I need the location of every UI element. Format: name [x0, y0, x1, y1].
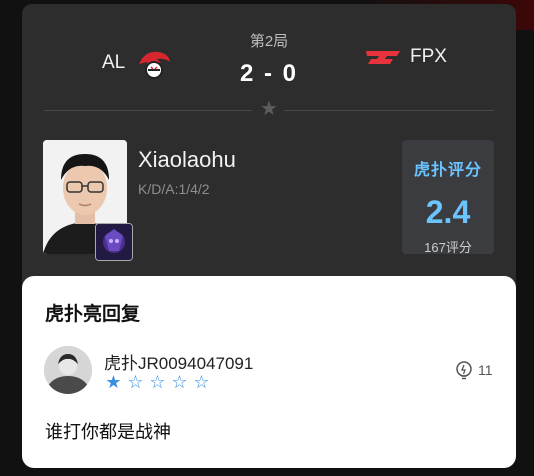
- player-kda: K/D/A:1/4/2: [138, 181, 210, 197]
- rating-value: 2.4: [425, 194, 471, 230]
- rating-title: 虎扑评分: [413, 162, 482, 179]
- lightbulb-icon: [456, 361, 472, 380]
- star-icon: ★: [260, 98, 278, 120]
- fpx-logo-icon: [366, 51, 400, 64]
- team-right[interactable]: FPX: [364, 46, 447, 68]
- reply-sheet: 虎扑亮回复 虎扑JR0094047091 ★ ☆ ☆ ☆ ☆ 11 谁打你都是战…: [22, 276, 516, 468]
- sheet-title: 虎扑亮回复: [45, 304, 141, 325]
- like-button[interactable]: 11: [454, 360, 493, 380]
- star-empty-icon: ☆: [171, 372, 188, 392]
- star-empty-icon: ☆: [193, 372, 210, 392]
- team-right-name: FPX: [410, 46, 447, 67]
- rating-count: 167评分: [424, 240, 472, 255]
- star-rating: ★ ☆ ☆ ☆ ☆: [104, 373, 211, 391]
- player-name: Xiaolaohu: [138, 147, 236, 172]
- star-empty-icon: ☆: [149, 372, 166, 392]
- user-avatar-icon: [44, 346, 92, 394]
- champion-icon[interactable]: [95, 223, 133, 261]
- avatar[interactable]: [44, 346, 92, 394]
- divider-left: [44, 110, 252, 111]
- match-card: 第2局 AL 2 - 0 FPX ★ Xiaolaohu K/D/A:1/4/2…: [22, 4, 516, 304]
- star-filled-icon: ★: [105, 372, 122, 392]
- like-count: 11: [478, 362, 493, 378]
- star-empty-icon: ☆: [127, 372, 144, 392]
- username[interactable]: 虎扑JR0094047091: [104, 349, 253, 374]
- comment-text: 谁打你都是战神: [45, 422, 171, 442]
- divider-right: [284, 110, 494, 111]
- rating-box: 虎扑评分 2.4 167评分: [402, 140, 494, 255]
